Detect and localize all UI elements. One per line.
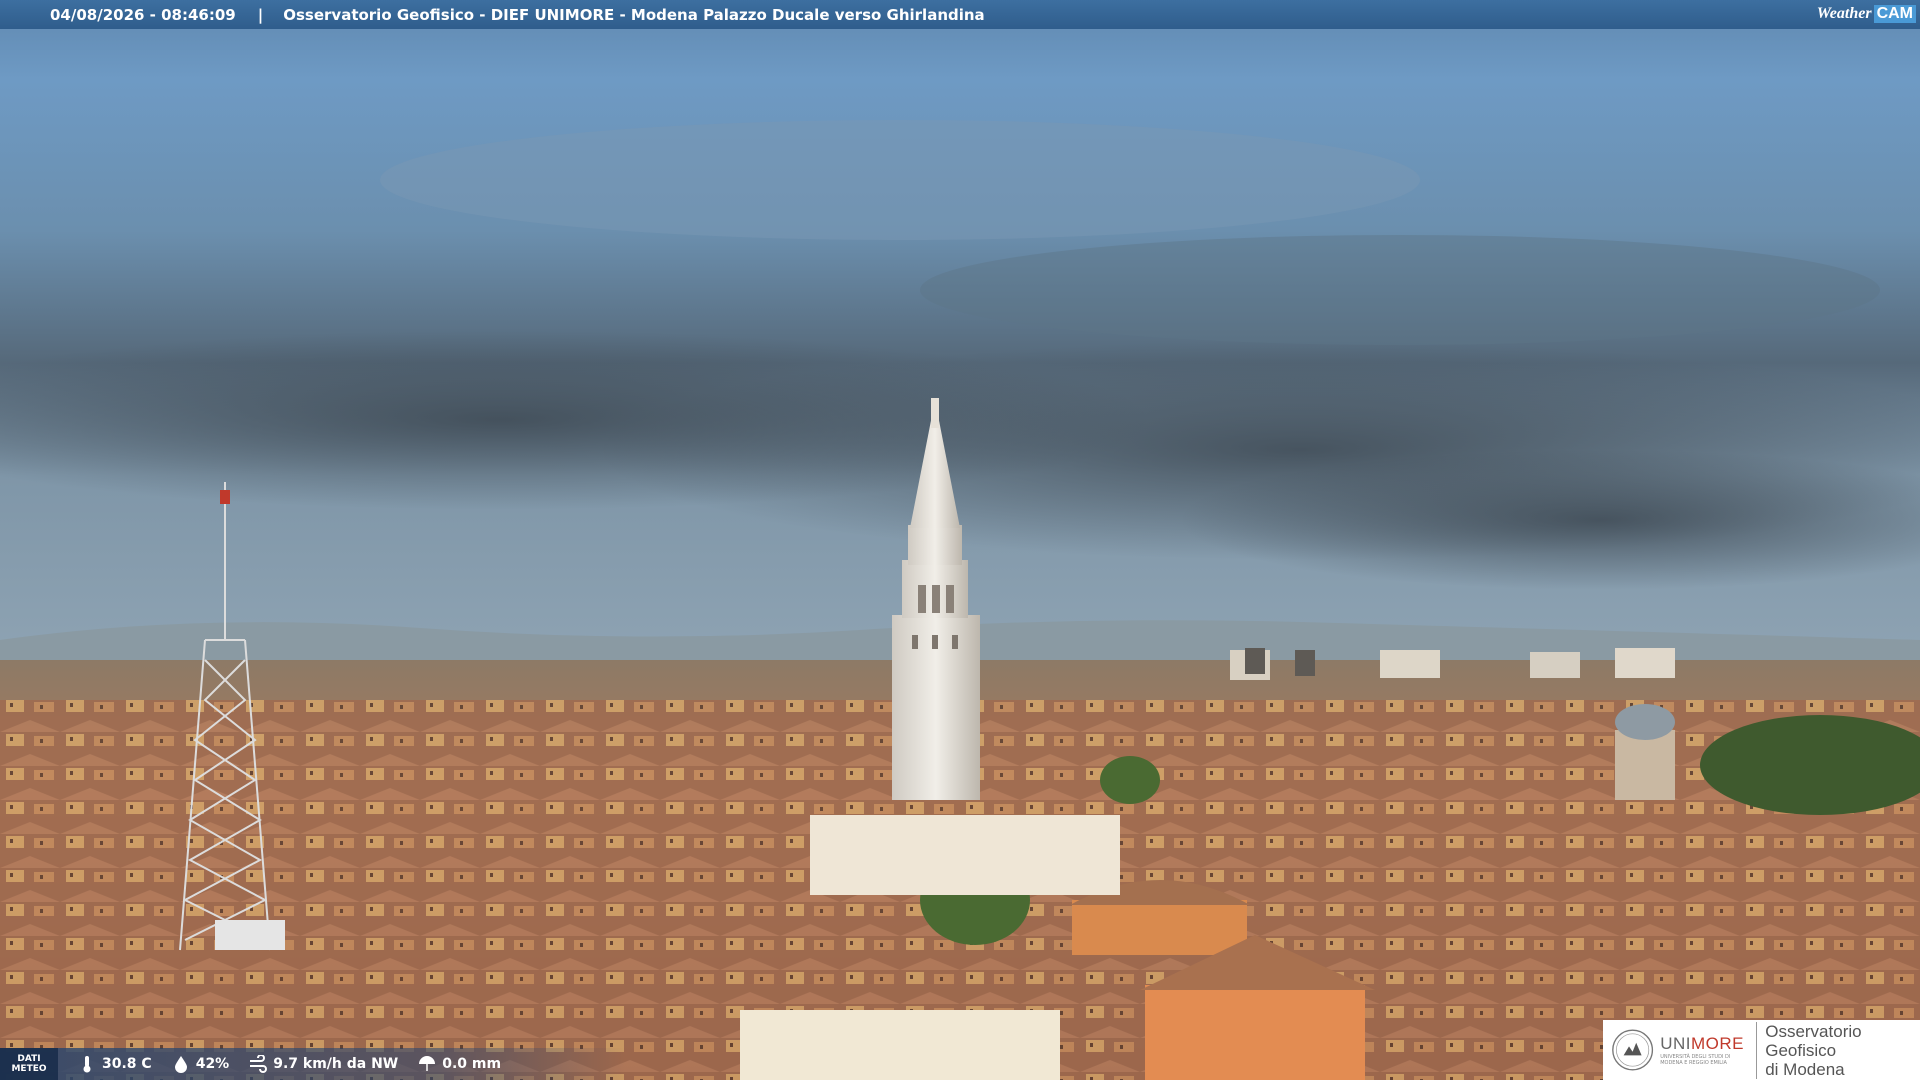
weather-data-bar: DATI METEO 30.8 C 42% 9.7 km/h da NW 0.0… — [0, 1048, 625, 1080]
weathercam-logo: Weather CAM — [1817, 3, 1916, 25]
droplet-icon — [174, 1056, 187, 1073]
university-seal-icon — [1612, 1029, 1654, 1071]
wind-icon — [250, 1055, 268, 1073]
cloud — [380, 120, 1420, 240]
webcam-scene — [0, 0, 1920, 1080]
palazzo-ducale — [810, 815, 1120, 895]
timestamp: 04/08/2026 - 08:46:09 — [50, 5, 236, 24]
distant-buildings — [1245, 648, 1265, 674]
unimore-name: UNIMORE — [1660, 1034, 1750, 1054]
brand-cam: CAM — [1873, 5, 1916, 23]
temperature-value: 30.8 C — [102, 1056, 152, 1072]
church-front — [1145, 985, 1365, 1080]
distant-buildings — [1295, 650, 1315, 676]
thermometer-icon — [83, 1056, 91, 1073]
umbrella-icon — [419, 1056, 436, 1071]
unimore-observatory-logo: UNIMORE UNIVERSITÀ DEGLI STUDI DI MODENA… — [1603, 1020, 1920, 1080]
distant-buildings — [1615, 648, 1675, 678]
distant-buildings — [1530, 652, 1580, 678]
observatory-line-1: Osservatorio Geofisico — [1765, 1021, 1862, 1060]
cloud — [920, 235, 1880, 345]
humidity-value: 42% — [195, 1056, 230, 1072]
distant-buildings — [1380, 650, 1440, 678]
dome-church — [1615, 704, 1675, 740]
dati-meteo-label: DATI METEO — [0, 1048, 58, 1080]
dati-label: DATI — [17, 1054, 41, 1064]
unimore-wordmark: UNIMORE UNIVERSITÀ DEGLI STUDI DI MODENA… — [1660, 1034, 1750, 1066]
brand-weather: Weather — [1816, 5, 1872, 22]
wind-value: 9.7 km/h da NW — [273, 1056, 399, 1072]
dome-church — [1615, 730, 1675, 800]
observatory-name: Osservatorio Geofisico di Modena — [1756, 1021, 1920, 1079]
meteo-label: METEO — [11, 1064, 47, 1074]
camera-caption: Osservatorio Geofisico - DIEF UNIMORE - … — [283, 5, 985, 24]
overlay-top-bar: 04/08/2026 - 08:46:09 | Osservatorio Geo… — [0, 0, 1920, 29]
unimore-sub-2: MODENA E REGGIO EMILIA — [1660, 1060, 1727, 1066]
trees — [1100, 756, 1160, 804]
antenna-equipment — [215, 920, 285, 950]
rain-reading: 0.0 mm — [418, 1055, 501, 1073]
unimore-name-prefix: UNI — [1660, 1034, 1691, 1053]
observatory-line-2: di Modena — [1765, 1059, 1845, 1079]
wind-reading: 9.7 km/h da NW — [249, 1055, 398, 1073]
humidity-reading: 42% — [172, 1055, 230, 1073]
rain-value: 0.0 mm — [442, 1056, 502, 1072]
unimore-name-accent: MORE — [1690, 1034, 1744, 1053]
temperature-reading: 30.8 C — [78, 1055, 152, 1073]
round-building — [1072, 900, 1247, 955]
palazzo-ducale — [740, 1010, 1060, 1080]
separator: | — [257, 5, 264, 24]
